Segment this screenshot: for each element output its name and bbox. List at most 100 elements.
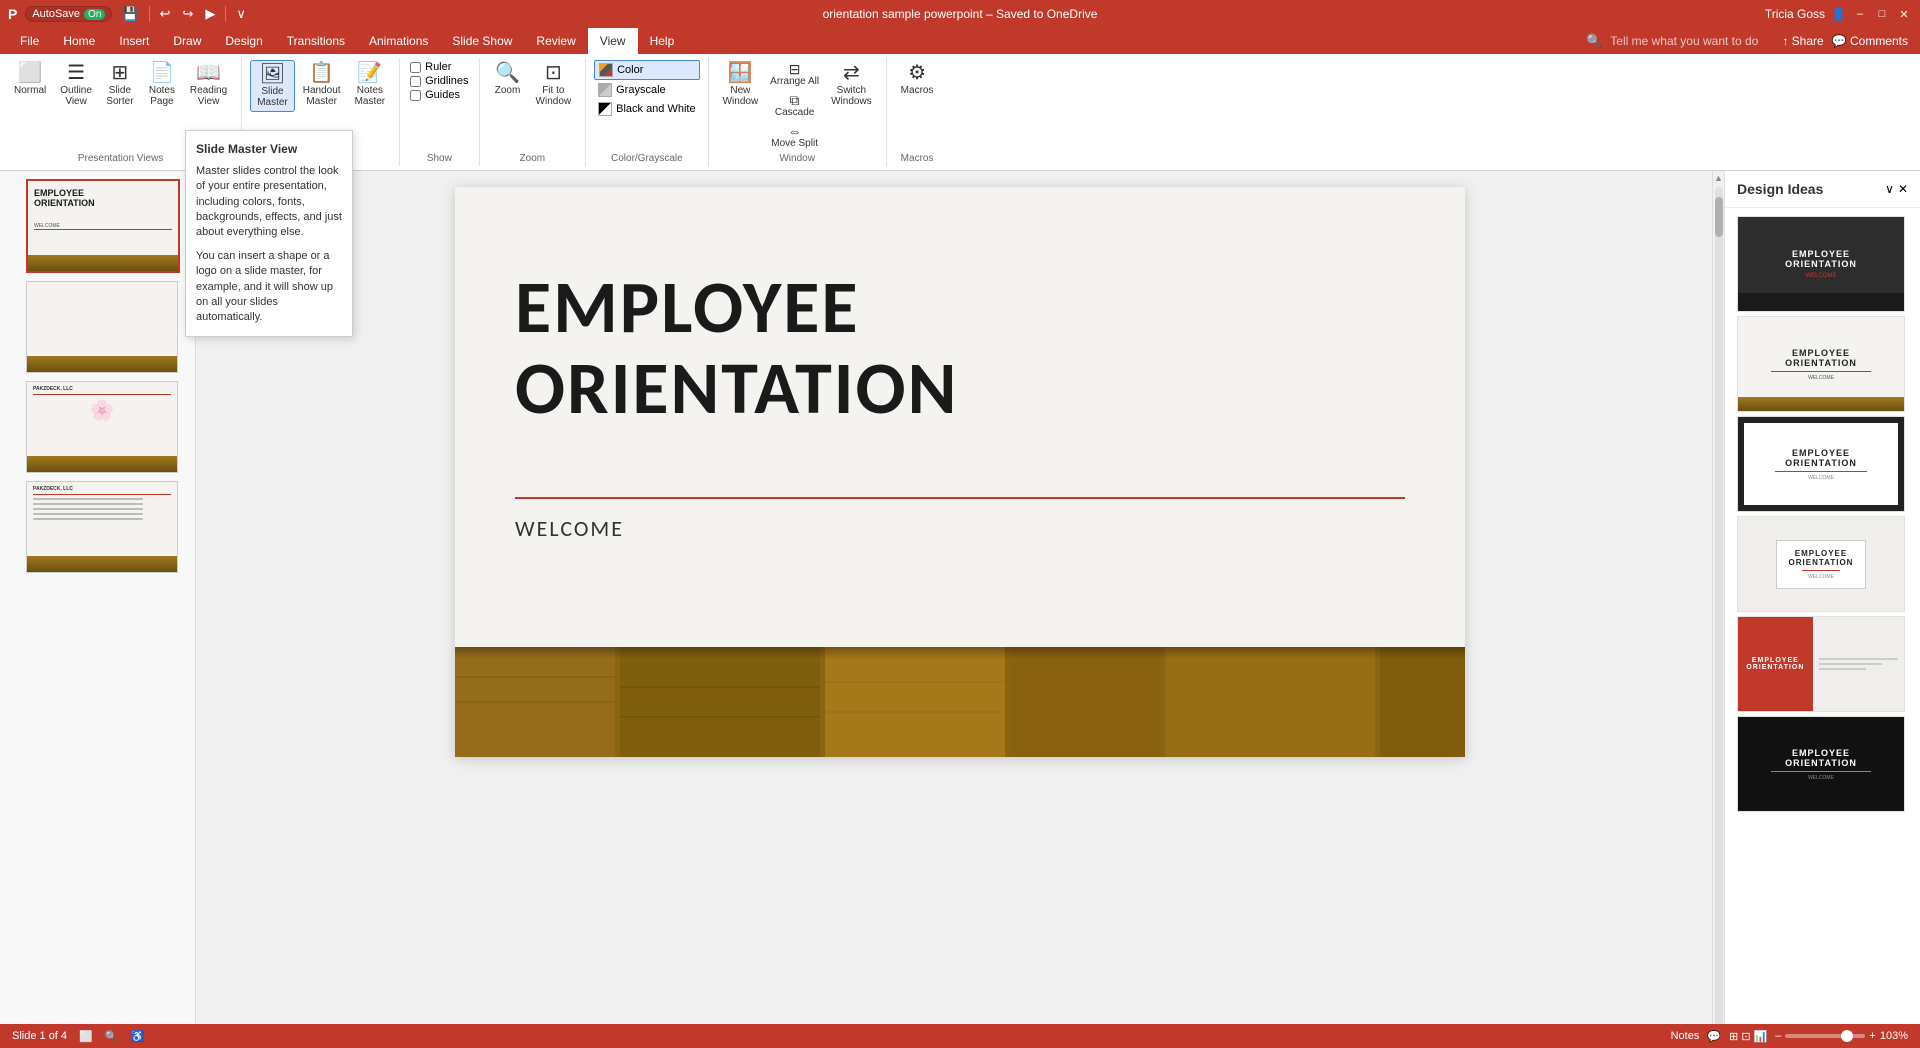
- undo-icon[interactable]: ↩: [158, 4, 173, 24]
- outline-view-icon: ☰: [67, 63, 85, 83]
- tab-draw[interactable]: Draw: [161, 28, 213, 54]
- vertical-scrollbar[interactable]: ▲ ▼: [1712, 171, 1724, 1047]
- macros-group: ⚙ Macros Macros: [887, 58, 948, 166]
- design-3-title: EMPLOYEEORIENTATION: [1785, 448, 1857, 468]
- tab-design[interactable]: Design: [213, 28, 274, 54]
- tab-file[interactable]: File: [8, 28, 51, 54]
- thumb-4-hr: [33, 494, 171, 495]
- share-icon: 👤: [1831, 7, 1846, 21]
- thumb-1-floor: [28, 255, 178, 271]
- gridlines-check[interactable]: [410, 76, 421, 87]
- slide-sorter-button[interactable]: ⊞ SlideSorter: [100, 60, 140, 110]
- close-button[interactable]: ✕: [1896, 6, 1912, 22]
- reading-view-button[interactable]: 📖 ReadingView: [184, 60, 233, 110]
- scroll-up-arrow[interactable]: ▲: [1712, 171, 1724, 185]
- search-placeholder[interactable]: Tell me what you want to do: [1610, 34, 1758, 48]
- tab-home[interactable]: Home: [51, 28, 107, 54]
- zoom-minus[interactable]: –: [1775, 1030, 1781, 1042]
- zoom-thumb[interactable]: [1841, 1030, 1853, 1042]
- redo-icon[interactable]: ↪: [180, 4, 195, 24]
- slide-area[interactable]: EMPLOYEEORIENTATION WELCOME: [196, 171, 1724, 1047]
- share-button[interactable]: ↑ Share: [1782, 34, 1823, 48]
- design-6-sub: WELCOME: [1808, 775, 1834, 781]
- tab-review[interactable]: Review: [524, 28, 587, 54]
- zoom-plus[interactable]: +: [1869, 1030, 1875, 1042]
- status-bar: Slide 1 of 4 ⬜ 🔍 ♿ Notes 💬 ⊞ ⊡ 📊 – + 103…: [0, 1024, 1920, 1048]
- color-label: Color: [617, 64, 643, 76]
- tab-animations[interactable]: Animations: [357, 28, 440, 54]
- color-swatch: [599, 63, 613, 77]
- design-thumb-1[interactable]: EMPLOYEEORIENTATION WELCOME: [1737, 216, 1905, 312]
- reading-view-icon: 📖: [196, 63, 221, 83]
- slide-2-thumbnail[interactable]: [26, 281, 178, 373]
- autosave-toggle[interactable]: AutoSave On: [25, 6, 112, 22]
- design-ideas-panel: Design Ideas ∨ ✕ EMPLOYEEORIENTATION WEL…: [1724, 171, 1920, 1047]
- tab-transitions[interactable]: Transitions: [275, 28, 357, 54]
- design-ideas-list[interactable]: EMPLOYEEORIENTATION WELCOME EMPLOYEEORIE…: [1725, 208, 1920, 1047]
- slide-1-thumbnail[interactable]: EMPLOYEEORIENTATION WELCOME: [26, 179, 180, 273]
- design-panel-dropdown[interactable]: ∨: [1885, 182, 1894, 196]
- zoom-control[interactable]: – + 103%: [1775, 1030, 1908, 1042]
- slide-2-wrapper: 2: [4, 281, 191, 375]
- guides-check[interactable]: [410, 90, 421, 101]
- zoom-slider[interactable]: [1785, 1034, 1865, 1038]
- slide-3-thumbnail[interactable]: PAKZDECK, LLC 🌸: [26, 381, 178, 473]
- outline-view-button[interactable]: ☰ OutlineView: [54, 60, 98, 110]
- guides-checkbox[interactable]: Guides: [408, 88, 470, 102]
- normal-view-button[interactable]: ⬜ Normal: [8, 60, 52, 99]
- fit-window-button[interactable]: ⊡ Fit toWindow: [530, 60, 578, 110]
- slide-panel[interactable]: 1 EMPLOYEEORIENTATION WELCOME 2: [0, 171, 196, 1047]
- minimize-button[interactable]: –: [1852, 6, 1868, 22]
- tab-help[interactable]: Help: [638, 28, 687, 54]
- grayscale-label: Grayscale: [616, 84, 666, 96]
- customize-icon[interactable]: ∨: [234, 4, 248, 24]
- design-thumb-2[interactable]: EMPLOYEEORIENTATION WELCOME: [1737, 316, 1905, 412]
- thumb-4-line4: [33, 513, 143, 515]
- handout-master-button[interactable]: 📋 HandoutMaster: [297, 60, 347, 110]
- zoom-button[interactable]: 🔍 Zoom: [488, 60, 528, 99]
- scroll-thumb[interactable]: [1715, 197, 1723, 237]
- design-thumb-4[interactable]: EMPLOYEEORIENTATION WELCOME: [1737, 516, 1905, 612]
- design-thumb-3[interactable]: EMPLOYEEORIENTATION WELCOME: [1737, 416, 1905, 512]
- fit-window-label: Fit toWindow: [536, 85, 572, 107]
- design-5-line2: [1819, 663, 1882, 665]
- notes-page-button[interactable]: 📄 NotesPage: [142, 60, 182, 110]
- macros-button[interactable]: ⚙ Macros: [895, 60, 940, 99]
- save-icon[interactable]: 💾: [120, 4, 140, 24]
- black-white-swatch-button[interactable]: Black and White: [594, 100, 699, 118]
- arrange-all-button[interactable]: ⊟ Arrange All: [766, 60, 823, 89]
- tab-slide-show[interactable]: Slide Show: [440, 28, 524, 54]
- notes-master-button[interactable]: 📝 NotesMaster: [349, 60, 392, 110]
- grayscale-swatch-button[interactable]: Grayscale: [594, 81, 699, 99]
- tab-view[interactable]: View: [588, 28, 638, 54]
- color-swatch-button[interactable]: Color: [594, 60, 699, 80]
- color-swatches: Color Grayscale Black and White: [594, 60, 699, 118]
- slide-sorter-label: SlideSorter: [106, 85, 133, 107]
- ruler-check[interactable]: [410, 62, 421, 73]
- macros-icon: ⚙: [908, 63, 926, 83]
- design-panel-close[interactable]: ✕: [1898, 182, 1908, 196]
- comments-button[interactable]: 💬 Comments: [1832, 34, 1908, 48]
- presentation-views-label: Presentation Views: [78, 151, 163, 164]
- design-thumb-5[interactable]: EMPLOYEEORIENTATION: [1737, 616, 1905, 712]
- scroll-track[interactable]: [1715, 187, 1723, 1031]
- new-window-button[interactable]: 🪟 NewWindow: [717, 60, 765, 110]
- design-thumb-6[interactable]: EMPLOYEEORIENTATION WELCOME: [1737, 716, 1905, 812]
- present-icon[interactable]: ▶: [203, 4, 217, 24]
- maximize-button[interactable]: □: [1874, 6, 1890, 22]
- show-checkboxes: Ruler Gridlines Guides: [408, 60, 470, 102]
- move-split-button[interactable]: ⇔ Move Split: [766, 122, 823, 151]
- gridlines-checkbox[interactable]: Gridlines: [408, 74, 470, 88]
- fit-window-icon: ⊡: [545, 63, 562, 83]
- slide-master-button[interactable]: 🖼 SlideMaster: [250, 60, 295, 112]
- switch-windows-button[interactable]: ⇄ SwitchWindows: [825, 60, 878, 110]
- tab-insert[interactable]: Insert: [107, 28, 161, 54]
- notes-button[interactable]: Notes: [1671, 1030, 1700, 1042]
- status-icon1: ⬜: [79, 1030, 93, 1043]
- cascade-button[interactable]: ⧉ Cascade: [766, 91, 823, 120]
- slide-main-title: EMPLOYEEORIENTATION: [515, 267, 1405, 430]
- slide-canvas: EMPLOYEEORIENTATION WELCOME: [455, 187, 1465, 757]
- slide-4-content: PAKZDECK, LLC: [27, 482, 177, 572]
- ruler-checkbox[interactable]: Ruler: [408, 60, 470, 74]
- slide-4-thumbnail[interactable]: PAKZDECK, LLC: [26, 481, 178, 573]
